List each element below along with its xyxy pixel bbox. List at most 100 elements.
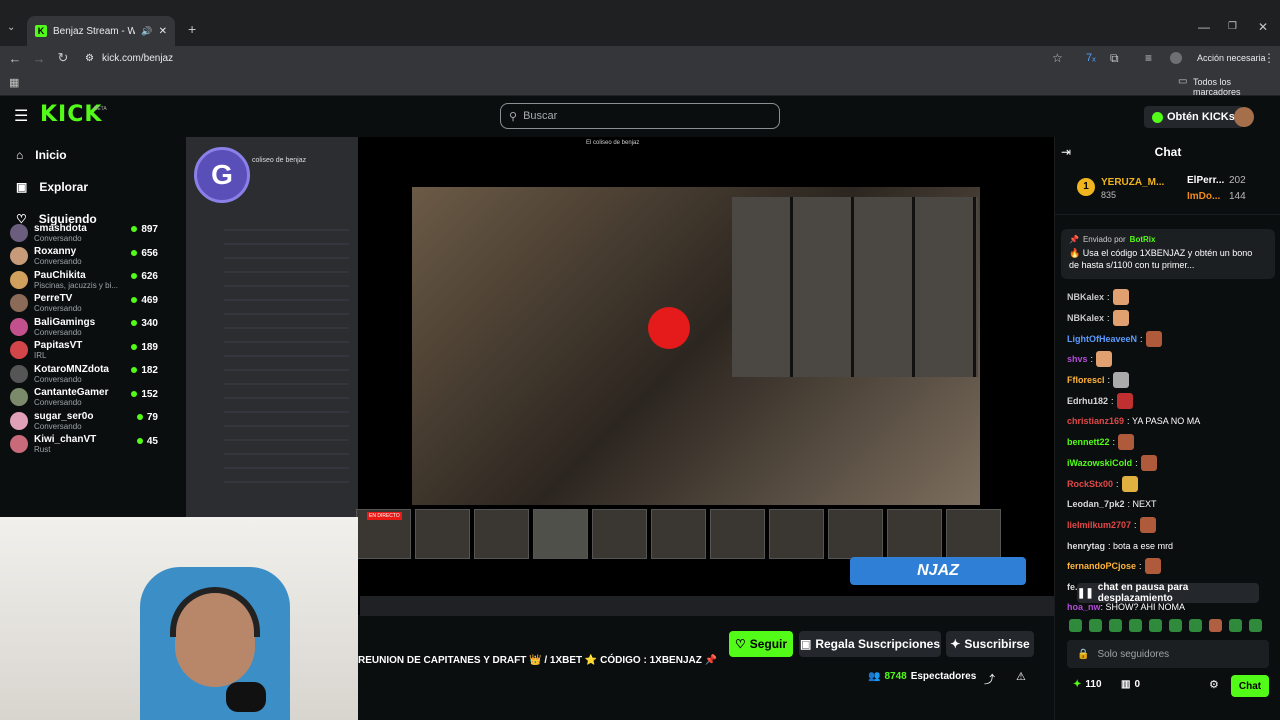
chat-message: Leodan_7pk2: NEXT xyxy=(1067,499,1157,510)
search-input[interactable]: ⚲ Buscar xyxy=(500,103,780,129)
leaderboard-name[interactable]: YERUZA_M... xyxy=(1101,177,1164,188)
channel-item[interactable]: sugar_ser0o Conversando 79 xyxy=(0,409,186,433)
channel-item[interactable]: BaliGamings Conversando 340 xyxy=(0,315,186,339)
channel-avatar xyxy=(10,294,28,313)
back-icon[interactable]: ← xyxy=(5,51,25,66)
all-bookmarks-label[interactable]: Todos los marcadores xyxy=(1193,77,1280,97)
follow-button[interactable]: ♡ Seguir xyxy=(729,631,793,657)
rewards[interactable]: ▥ 0 xyxy=(1121,679,1140,690)
forward-icon[interactable]: → xyxy=(29,51,49,66)
video-thumbnail[interactable] xyxy=(769,509,824,559)
video-thumbnail[interactable]: EN DIRECTO xyxy=(356,509,411,559)
new-tab-icon[interactable]: + xyxy=(188,21,196,37)
restore-icon[interactable]: ❐ xyxy=(1228,21,1237,32)
minimize-icon[interactable]: — xyxy=(1198,20,1210,34)
nav-home[interactable]: ⌂ Inicio xyxy=(0,139,186,171)
profile-icon[interactable] xyxy=(1170,52,1182,64)
chat-username[interactable]: Edrhu182 xyxy=(1067,396,1108,406)
video-thumbnail[interactable] xyxy=(887,509,942,559)
site-header: ☰ KICK BETA ⚲ Buscar Obtén KICKs xyxy=(0,96,1280,137)
pinned-message[interactable]: 📌 Enviado por BotRix 🔥 Usa el código 1XB… xyxy=(1061,229,1275,279)
channel-item[interactable]: smashdota Conversando 897 xyxy=(0,221,186,245)
chat-username[interactable]: NBKalex xyxy=(1067,292,1104,302)
video-thumbnail[interactable] xyxy=(533,509,588,559)
site-info-icon[interactable]: ⚙ xyxy=(85,53,94,64)
emote-button[interactable] xyxy=(1249,619,1262,632)
gift-subs-button[interactable]: ▣ Regala Suscripciones xyxy=(799,631,941,657)
channel-avatar xyxy=(10,247,28,266)
channel-name: Kiwi_chanVT xyxy=(34,434,97,446)
get-kicks-button[interactable]: Obtén KICKs xyxy=(1144,106,1243,128)
discord-window: G coliseo de benjaz xyxy=(186,137,358,517)
browser-tab[interactable]: K Benjaz Stream - Watch Live 🔊 ✕ xyxy=(27,16,175,46)
emote-button[interactable] xyxy=(1149,619,1162,632)
emote-button[interactable] xyxy=(1129,619,1142,632)
chat-input[interactable]: 🔒 Solo seguidores xyxy=(1067,640,1269,668)
bookmark-star-icon[interactable]: ☆ xyxy=(1052,51,1063,65)
channel-item[interactable]: CantanteGamer Conversando 152 xyxy=(0,386,186,410)
translate-icon[interactable]: 7ₓ xyxy=(1086,52,1096,64)
url-field[interactable]: ⚙ kick.com/benjaz xyxy=(85,48,1075,68)
channel-item[interactable]: Roxanny Conversando 656 xyxy=(0,245,186,269)
emote-button[interactable] xyxy=(1189,619,1202,632)
emote-button[interactable] xyxy=(1069,619,1082,632)
emote-button[interactable] xyxy=(1169,619,1182,632)
leaderboard-name[interactable]: ImDo... xyxy=(1187,191,1220,202)
channel-points[interactable]: ✦ 110 xyxy=(1073,679,1102,690)
apps-grid-icon[interactable]: ▦ xyxy=(9,76,19,89)
action-needed-label[interactable]: Acción necesaria xyxy=(1197,53,1266,63)
browser-menu-icon[interactable]: ⋮ xyxy=(1263,51,1275,65)
chat-username[interactable]: iWazowskiCold xyxy=(1067,458,1132,468)
chat-message: Fflorescl: xyxy=(1055,370,1280,391)
chat-username[interactable]: RockStx00 xyxy=(1067,479,1113,489)
chat-username[interactable]: LightOfHeaveeN xyxy=(1067,334,1137,344)
video-thumbnail[interactable] xyxy=(415,509,470,559)
channel-item[interactable]: KotaroMNZdota Conversando 182 xyxy=(0,362,186,386)
chat-text: NEXT xyxy=(1132,499,1157,510)
chat-username[interactable]: bennett22 xyxy=(1067,437,1110,447)
chat-username[interactable]: shvs xyxy=(1067,354,1088,364)
video-thumbnail[interactable] xyxy=(828,509,883,559)
chat-username[interactable]: Leodan_7pk2 xyxy=(1067,499,1125,509)
chat-username[interactable]: fernandoPCjose xyxy=(1067,561,1136,571)
close-window-icon[interactable]: ✕ xyxy=(1258,20,1268,34)
chat-username[interactable]: henrytag xyxy=(1067,541,1105,551)
chat-settings-icon[interactable]: ⚙ xyxy=(1209,678,1219,691)
channel-item[interactable]: Kiwi_chanVT Rust 45 xyxy=(0,433,186,457)
report-icon[interactable]: ⚠ xyxy=(1016,670,1026,683)
video-thumbnail[interactable] xyxy=(592,509,647,559)
channel-item[interactable]: PapitasVT IRL 189 xyxy=(0,339,186,363)
close-tab-icon[interactable]: ✕ xyxy=(159,26,167,37)
nav-explore[interactable]: ▣ Explorar xyxy=(0,171,186,203)
url-text: kick.com/benjaz xyxy=(101,52,174,64)
chat-paused-banner[interactable]: ❚❚ chat en pausa para desplazamiento xyxy=(1077,582,1259,604)
browser-tab-bar: ⌄ K Benjaz Stream - Watch Live 🔊 ✕ + — ❐… xyxy=(0,0,1280,46)
channel-item[interactable]: PerreTV Conversando 469 xyxy=(0,292,186,316)
video-thumbnail[interactable] xyxy=(474,509,529,559)
emote-button[interactable] xyxy=(1229,619,1242,632)
send-chat-button[interactable]: Chat xyxy=(1231,675,1269,697)
tab-list-dropdown-icon[interactable]: ⌄ xyxy=(7,22,15,33)
video-thumbnail[interactable] xyxy=(651,509,706,559)
video-thumbnail[interactable] xyxy=(946,509,1001,559)
chat-username[interactable]: hoa_nw xyxy=(1067,602,1101,612)
subscribe-button[interactable]: ✦ Suscribirse xyxy=(946,631,1034,657)
media-icon[interactable]: ≡ xyxy=(1145,51,1152,65)
video-thumbnail[interactable] xyxy=(710,509,765,559)
channel-item[interactable]: PauChikita Piscinas, jacuzzis y bi... 626 xyxy=(0,268,186,292)
emote-button[interactable] xyxy=(1209,619,1222,632)
extensions-icon[interactable]: ⧉ xyxy=(1110,51,1119,66)
hamburger-menu-icon[interactable]: ☰ xyxy=(14,106,28,126)
emote-button[interactable] xyxy=(1089,619,1102,632)
emote-button[interactable] xyxy=(1109,619,1122,632)
chat-username[interactable]: Fflorescl xyxy=(1067,375,1105,385)
chat-username[interactable]: christianz169 xyxy=(1067,416,1124,426)
reload-icon[interactable]: ↻ xyxy=(53,50,73,66)
share-icon[interactable]: ⤴ xyxy=(984,671,995,687)
user-avatar[interactable] xyxy=(1234,107,1254,127)
channel-viewers: 79 xyxy=(137,412,158,423)
leaderboard-name[interactable]: ElPerr... xyxy=(1187,175,1224,186)
speaker-icon[interactable]: 🔊 xyxy=(141,26,152,37)
chat-username[interactable]: lielmilkum2707 xyxy=(1067,520,1131,530)
chat-username[interactable]: NBKalex xyxy=(1067,313,1104,323)
